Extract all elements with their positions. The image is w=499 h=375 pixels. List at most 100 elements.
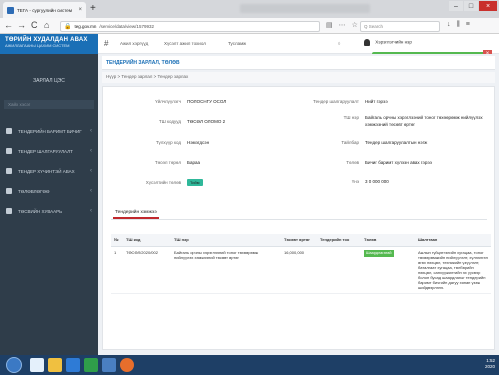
status-badge: Шаардлагатай <box>364 249 394 257</box>
user-avatar-icon <box>364 39 370 46</box>
col-header[interactable]: № <box>111 234 123 247</box>
browser-search-input[interactable]: Q Search <box>360 21 440 32</box>
field-row: Үнэ 3 0 000 000 <box>303 179 389 184</box>
menu-icon[interactable]: ≡ <box>466 21 470 29</box>
field-label: Түлхүүр код <box>155 140 181 145</box>
url-path: /service/data/view/1579932 <box>99 24 154 29</box>
close-window-button[interactable]: × <box>479 1 497 11</box>
url-host: teg.gov.mn <box>74 24 97 29</box>
col-header[interactable]: Шалтгаан <box>415 234 491 247</box>
firefox-icon[interactable] <box>120 358 134 372</box>
sidebar-item-label: ТЕНДЕР ХҮЧИНТЭЙ АВАХ <box>18 168 75 174</box>
file-icon <box>6 148 12 154</box>
field-value: 3 0 000 000 <box>365 179 389 184</box>
field-row: Үйлчлүүлэгч ПОЛОСНГУ ОСОЛ <box>125 99 226 104</box>
sidebar-item[interactable]: ТЕНДЕР ШАЛГАРУУЛАЛТ ‹ <box>0 144 98 158</box>
breadcrumb: Нүүр > Тендер зарлал > Тендер зарлах <box>102 72 495 83</box>
ie-icon[interactable] <box>30 358 44 372</box>
app-icon[interactable] <box>102 358 116 372</box>
tab-close-icon[interactable]: × <box>78 7 82 13</box>
cell-number: 1 <box>111 246 123 294</box>
col-header[interactable]: Тендерийн тоо <box>317 234 361 247</box>
lock-icon: 🔒 <box>64 24 72 30</box>
minimize-button[interactable]: – <box>449 1 463 11</box>
tab-strip: Тендерийн хэмжээ <box>111 208 487 220</box>
top-link-2[interactable]: Хүсэлт ажил тохиол <box>164 41 206 46</box>
sidebar-search-input[interactable]: Хайх хэсэг <box>4 100 94 109</box>
folder-icon[interactable] <box>48 358 62 372</box>
home-button[interactable]: ⌂ <box>44 20 49 30</box>
field-row: Тендер шалгаруулалт Нийт гэрээ <box>303 99 388 104</box>
chevron-right-icon: ‹ <box>90 128 92 134</box>
word-icon[interactable] <box>66 358 80 372</box>
sidebar-item[interactable]: ТӨСВИЙН ХУВААРЬ ‹ <box>0 204 98 218</box>
site-favicon-icon <box>7 6 14 14</box>
window-title <box>240 4 370 13</box>
app-topbar: # Ажил хэргүүд Хүсэлт ажил тохиол Туслам… <box>98 34 499 54</box>
field-value: Нийт гэрээ <box>365 99 388 104</box>
download-icon[interactable]: ↓ <box>447 21 451 29</box>
sidebar-item-label: ТЕНДЕРИЙН БАРИМТ БИЧИГ <box>18 128 82 134</box>
items-table: № ТШ код ТШ нэр Төсөвт өртөг Тендерийн т… <box>111 234 491 294</box>
money-icon <box>6 208 12 214</box>
app-brand[interactable]: ТӨРИЙН ХУДАЛДАН АВАХ АЖИЛЛАГААНЫ ЦАХИМ С… <box>0 34 98 54</box>
new-tab-button[interactable]: + <box>90 3 96 14</box>
notification-icon[interactable]: ◊ <box>338 41 340 46</box>
field-label: ТШ кодууд <box>158 119 181 124</box>
field-row: Төсөл төрөл Бараа <box>125 160 200 165</box>
col-header[interactable]: ТШ код <box>123 234 171 247</box>
sidebar-item[interactable]: ТЕНДЕР ХҮЧИНТЭЙ АВАХ ‹ <box>0 164 98 178</box>
field-label: Төлөв <box>346 160 359 165</box>
excel-icon[interactable] <box>84 358 98 372</box>
field-value: ПОЛОСНГУ ОСОЛ <box>187 99 227 104</box>
forward-button[interactable]: → <box>17 20 26 30</box>
col-header[interactable]: ТШ нэр <box>171 234 281 247</box>
sidebar-item-label: ТЕНДЕР ШАЛГАРУУЛАЛТ <box>18 148 73 154</box>
more-icon[interactable]: ⋯ <box>339 21 346 29</box>
field-row: Хүсэлтийн төлөв Тийм <box>125 179 203 186</box>
url-input[interactable]: 🔒 teg.gov.mn /service/data/view/1579932 <box>60 21 320 32</box>
user-name: Хэрэглэгчийн нэр <box>375 39 412 45</box>
reload-button[interactable]: C <box>31 20 38 30</box>
user-menu[interactable]: Хэрэглэгчийн нэр <box>364 39 464 48</box>
system-tray: 1:52 2020 <box>485 358 495 370</box>
url-actions: ▤ ⋯ ☆ <box>326 21 358 29</box>
field-row: Тайлбар Тендер шалгаруулалтын нэгж <box>303 140 427 145</box>
cell-budget: 16,000,000 <box>281 246 317 294</box>
address-bar: ← → C ⌂ 🔒 teg.gov.mn /service/data/view/… <box>0 18 499 34</box>
field-row: хэмжээний төсөвт өртөг <box>303 122 415 127</box>
top-link-1[interactable]: Ажил хэргүүд <box>120 41 148 46</box>
table-row[interactable]: 1 ТӨСӨЛ/2020/002 Байгаль орчны хэрэглээн… <box>111 246 491 294</box>
back-button[interactable]: ← <box>4 20 13 30</box>
browser-tab[interactable]: ТЕГА - сургуулийн систем × <box>3 2 86 18</box>
field-label: Тайлбар <box>341 140 359 145</box>
col-header[interactable]: Төсөвт өртөг <box>281 234 317 247</box>
top-link-3[interactable]: Тусламж <box>228 41 246 46</box>
field-label: Төсөл төрөл <box>154 160 181 165</box>
chevron-right-icon: ‹ <box>90 148 92 154</box>
library-icon[interactable]: ⫼ <box>457 21 460 29</box>
field-value: Бичиг баримт хүлээн авах гэрээ <box>365 160 432 165</box>
field-label: Хүсэлтийн төлөв <box>145 180 181 185</box>
maximize-button[interactable]: □ <box>464 1 478 11</box>
sidebar-item[interactable]: ТӨЛӨВЛӨГӨӨ ‹ <box>0 184 98 198</box>
sidebar-item[interactable]: ТЕНДЕРИЙН БАРИМТ БИЧИГ ‹ <box>0 124 98 138</box>
cell-status: Шаардлагатай <box>361 246 415 294</box>
field-label: Үйлчлүүлэгч <box>155 99 181 104</box>
hamburger-menu-icon[interactable]: # <box>104 39 108 48</box>
field-value: Нэмэгдсэн <box>187 140 210 145</box>
sidebar-section-title: ЗАРЛАЛ ЦЭС <box>33 78 65 84</box>
tab-title: ТЕГА - сургуулийн систем <box>17 7 73 13</box>
tab-tender-items[interactable]: Тендерийн хэмжээ <box>113 209 159 219</box>
page-title: ТЕНДЕРИЙН ЗАРЛАЛ, ТӨЛӨВ <box>102 56 495 70</box>
field-label: Тендер шалгаруулалт <box>313 99 359 104</box>
col-header[interactable]: Төлөв <box>361 234 415 247</box>
clock-date: 2020 <box>484 364 495 369</box>
status-badge: Тийм <box>187 179 203 186</box>
brand-subtitle: АЖИЛЛАГААНЫ ЦАХИМ СИСТЕМ <box>5 43 70 48</box>
start-button[interactable] <box>6 357 22 373</box>
reader-icon[interactable]: ▤ <box>326 21 333 29</box>
bookmark-star-icon[interactable]: ☆ <box>352 21 358 29</box>
main-content: ТЕНДЕРИЙН ЗАРЛАЛ, ТӨЛӨВ Нүүр > Тендер за… <box>98 54 499 355</box>
field-row: Төлөв Бичиг баримт хүлээн авах гэрээ <box>303 160 432 165</box>
